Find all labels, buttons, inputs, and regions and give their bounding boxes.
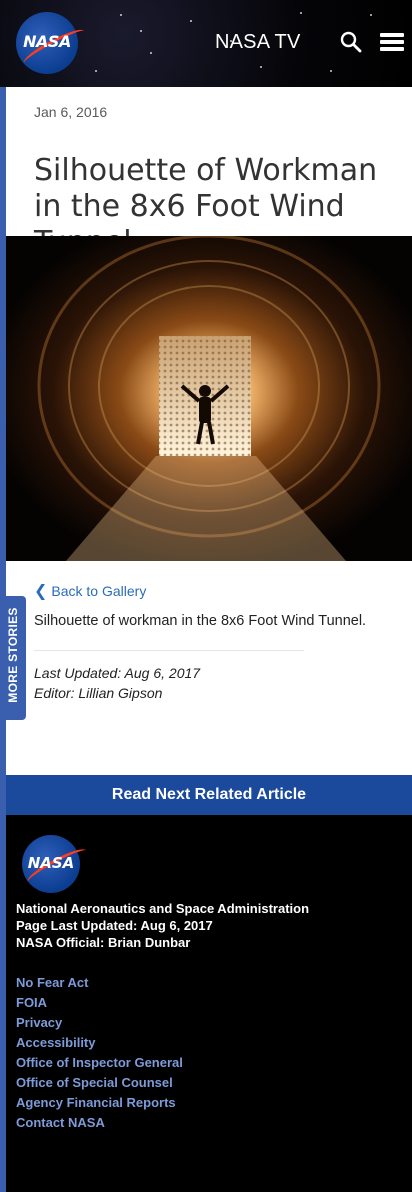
- site-header: NASA NASA TV: [0, 0, 412, 87]
- more-stories-tab[interactable]: MORE STORIES: [0, 596, 26, 720]
- footer-logo-text: NASA: [27, 854, 75, 872]
- editor: Editor: Lillian Gipson: [34, 685, 163, 701]
- page-last-updated: Page Last Updated: Aug 6, 2017: [16, 918, 213, 933]
- divider: [34, 650, 304, 651]
- site-footer: NASA National Aeronautics and Space Admi…: [6, 815, 412, 1192]
- footer-link-privacy[interactable]: Privacy: [16, 1013, 183, 1033]
- nasa-logo-text: NASA: [23, 32, 71, 51]
- image-caption: Silhouette of workman in the 8x6 Foot Wi…: [34, 613, 367, 629]
- wind-tunnel-illustration: [6, 236, 412, 561]
- nasa-official: NASA Official: Brian Dunbar: [16, 935, 191, 950]
- last-updated: Last Updated: Aug 6, 2017: [34, 665, 201, 681]
- nasa-logo[interactable]: NASA: [16, 12, 88, 74]
- agency-name: National Aeronautics and Space Administr…: [16, 901, 310, 916]
- search-icon[interactable]: [340, 31, 362, 53]
- more-stories-label: MORE STORIES: [6, 607, 20, 703]
- footer-link-contact[interactable]: Contact NASA: [16, 1113, 183, 1133]
- footer-link-accessibility[interactable]: Accessibility: [16, 1033, 183, 1053]
- read-next-button[interactable]: Read Next Related Article: [6, 775, 412, 815]
- article-meta: Last Updated: Aug 6, 2017 Editor: Lillia…: [34, 663, 200, 703]
- footer-link-special-counsel[interactable]: Office of Special Counsel: [16, 1073, 183, 1093]
- footer-link-foia[interactable]: FOIA: [16, 993, 183, 1013]
- menu-icon[interactable]: [380, 33, 404, 53]
- wind-tunnel-photo[interactable]: [6, 236, 412, 561]
- article-date: Jan 6, 2016: [34, 104, 108, 120]
- back-label: Back to Gallery: [51, 583, 147, 599]
- footer-link-inspector-general[interactable]: Office of Inspector General: [16, 1053, 183, 1073]
- chevron-left-icon: ❮: [34, 583, 48, 600]
- footer-link-no-fear-act[interactable]: No Fear Act: [16, 973, 183, 993]
- footer-info: National Aeronautics and Space Administr…: [16, 900, 309, 951]
- footer-link-financial-reports[interactable]: Agency Financial Reports: [16, 1093, 183, 1113]
- nasa-tv-link[interactable]: NASA TV: [215, 31, 301, 54]
- footer-nasa-logo[interactable]: NASA: [22, 835, 90, 893]
- footer-links: No Fear Act FOIA Privacy Accessibility O…: [16, 973, 183, 1133]
- back-to-gallery-link[interactable]: ❮ Back to Gallery: [34, 581, 146, 601]
